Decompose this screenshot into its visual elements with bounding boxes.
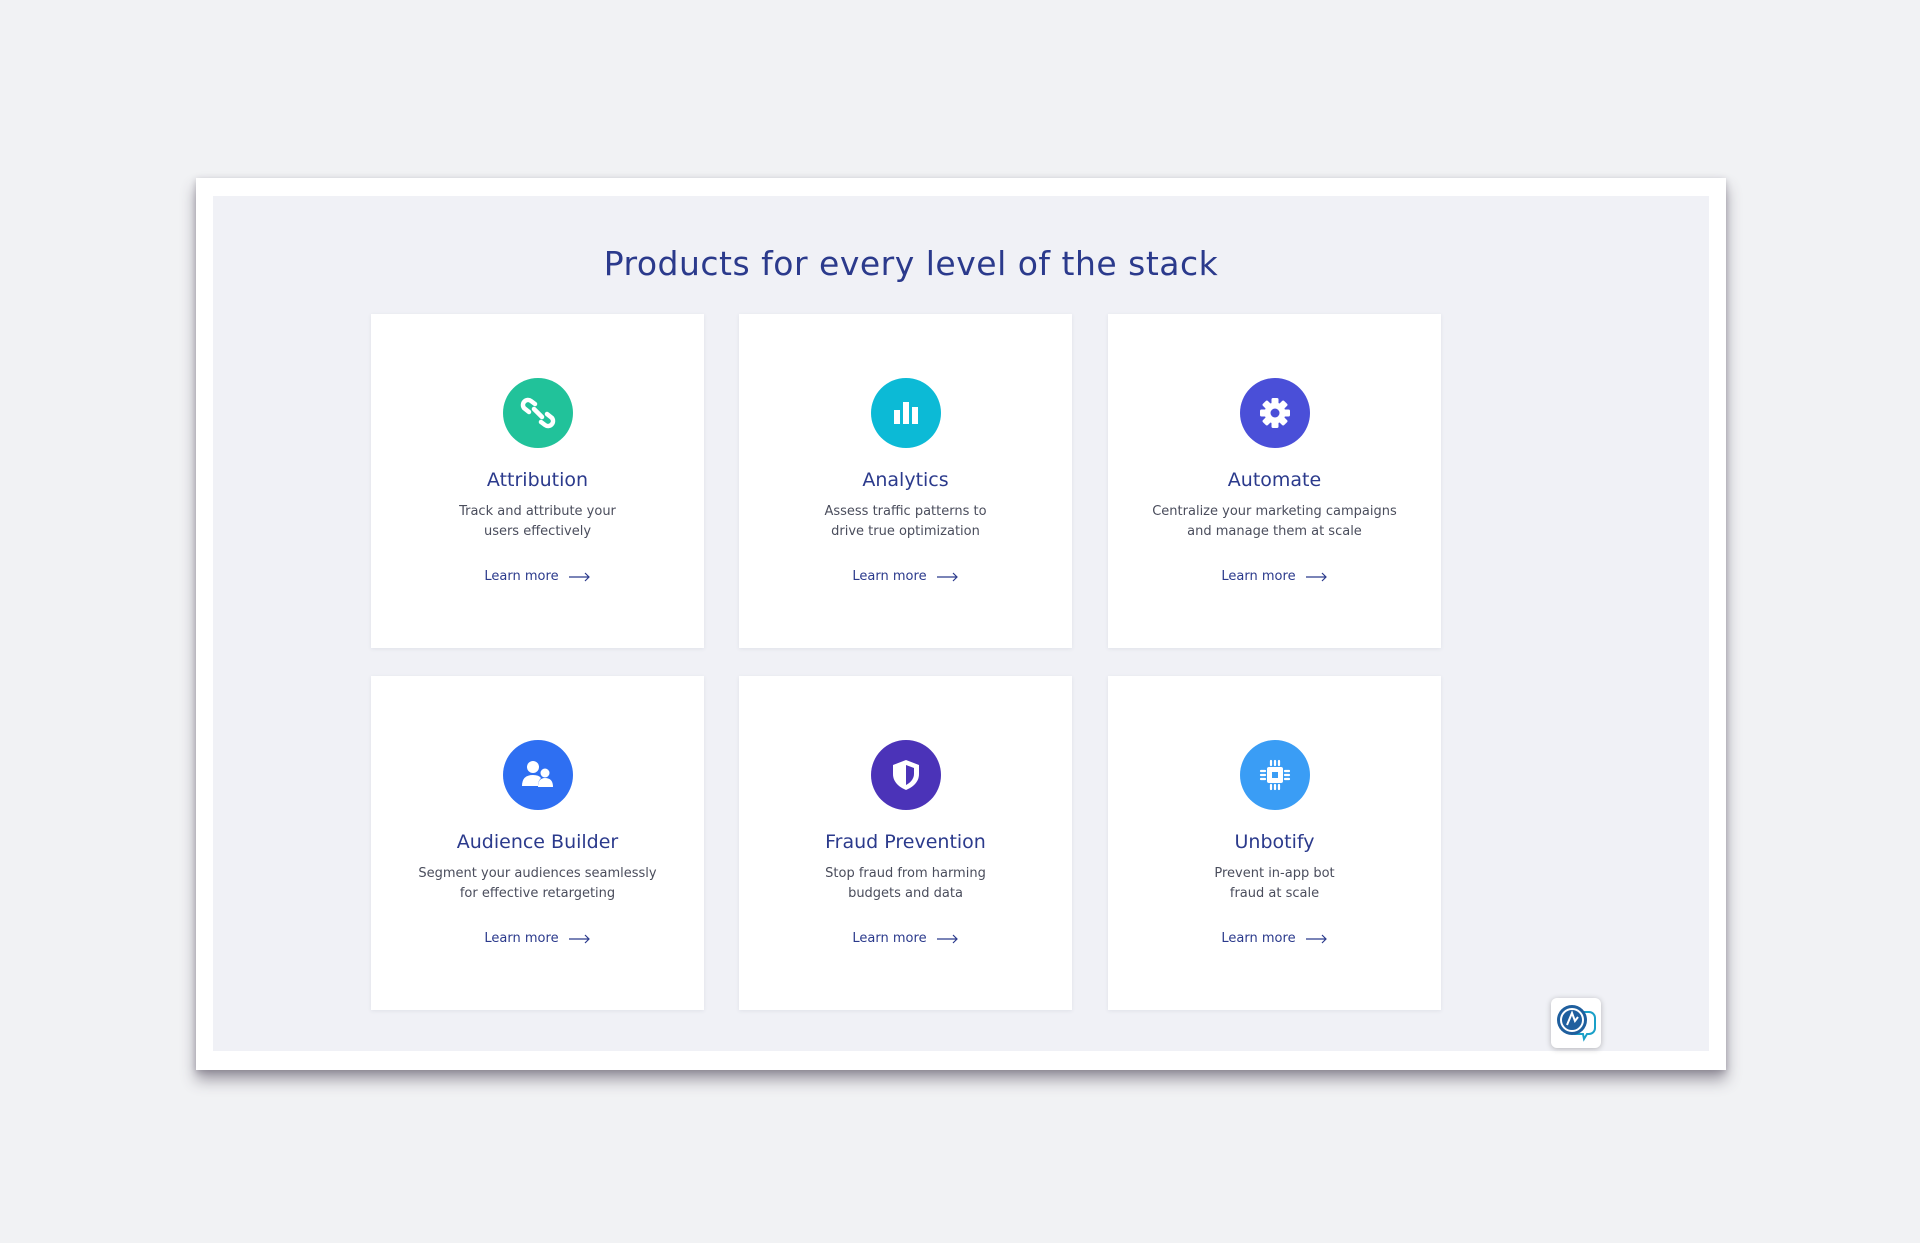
shield-icon (871, 740, 941, 810)
card-title: Analytics (862, 469, 949, 491)
learn-more-label: Learn more (1221, 931, 1296, 946)
chip-icon (1240, 740, 1310, 810)
card-title: Automate (1227, 469, 1322, 491)
learn-more-link[interactable]: Learn more (739, 569, 1072, 584)
card-title: Audience Builder (456, 831, 619, 853)
users-icon (503, 740, 573, 810)
learn-more-label: Learn more (1221, 569, 1296, 584)
learn-more-label: Learn more (484, 569, 559, 584)
card-description: Centralize your marketing campaigns and … (1152, 504, 1397, 539)
learn-more-label: Learn more (852, 931, 927, 946)
card-description: Segment your audiences seamlessly for ef… (418, 866, 657, 901)
chat-widget-button[interactable] (1551, 998, 1601, 1048)
product-card-unbotify[interactable]: Unbotify Prevent in-app bot fraud at sca… (1108, 676, 1441, 1010)
learn-more-link[interactable]: Learn more (371, 931, 704, 946)
card-title: Unbotify (1234, 831, 1315, 853)
learn-more-label: Learn more (484, 931, 559, 946)
arrow-right-icon (1305, 934, 1327, 943)
products-section: Products for every level of the stack At… (213, 196, 1709, 1051)
learn-more-link[interactable]: Learn more (371, 569, 704, 584)
learn-more-link[interactable]: Learn more (1108, 931, 1441, 946)
link-icon (503, 378, 573, 448)
gear-icon (1240, 378, 1310, 448)
arrow-right-icon (936, 572, 958, 581)
learn-more-link[interactable]: Learn more (739, 931, 1072, 946)
chat-bubble-icon (1557, 1005, 1596, 1042)
bar-chart-icon (871, 378, 941, 448)
product-card-audience-builder[interactable]: Audience Builder Segment your audiences … (371, 676, 704, 1010)
screenshot-frame: Products for every level of the stack At… (196, 178, 1726, 1070)
product-card-fraud-prevention[interactable]: Fraud Prevention Stop fraud from harming… (739, 676, 1072, 1010)
product-card-automate[interactable]: Automate Centralize your marketing campa… (1108, 314, 1441, 648)
card-title: Attribution (486, 469, 589, 491)
product-card-attribution[interactable]: Attribution Track and attribute your use… (371, 314, 704, 648)
arrow-right-icon (568, 572, 590, 581)
card-description: Stop fraud from harming budgets and data (825, 866, 986, 901)
arrow-right-icon (936, 934, 958, 943)
card-description: Assess traffic patterns to drive true op… (824, 504, 987, 539)
learn-more-label: Learn more (852, 569, 927, 584)
card-description: Prevent in-app bot fraud at scale (1214, 866, 1335, 901)
learn-more-link[interactable]: Learn more (1108, 569, 1441, 584)
arrow-right-icon (568, 934, 590, 943)
arrow-right-icon (1305, 572, 1327, 581)
card-title: Fraud Prevention (825, 831, 986, 853)
product-card-analytics[interactable]: Analytics Assess traffic patterns to dri… (739, 314, 1072, 648)
section-heading: Products for every level of the stack (603, 244, 1219, 283)
card-description: Track and attribute your users effective… (459, 504, 616, 539)
